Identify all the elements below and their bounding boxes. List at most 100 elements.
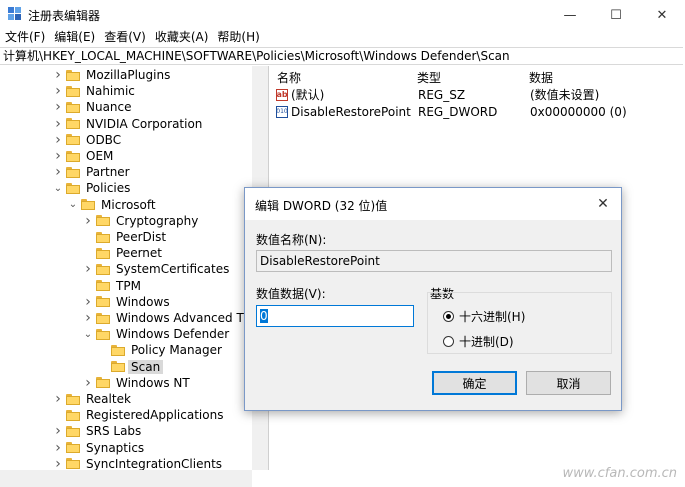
edit-dword-dialog: 编辑 DWORD (32 位)值 ✕ 数值名称(N): DisableResto… — [244, 187, 622, 411]
tree-node[interactable]: ›Windows Advanced Threat Protection — [82, 310, 268, 326]
tree-node[interactable]: › SRS Labs — [52, 423, 141, 439]
tree-node[interactable]: Peernet — [82, 245, 162, 261]
menu-favorites[interactable]: 收藏夹(A) — [150, 30, 213, 48]
chevron-down-icon[interactable]: ⌄ — [52, 180, 64, 196]
chevron-right-icon[interactable]: › — [52, 148, 64, 164]
folder-icon — [96, 280, 110, 292]
tree-node[interactable]: › Synaptics — [52, 440, 144, 456]
tree-node[interactable]: › Nahimic — [52, 83, 135, 99]
chevron-right-icon[interactable]: › — [52, 423, 64, 439]
chevron-right-icon[interactable]: › — [82, 375, 94, 391]
tree-node[interactable]: › Nuance — [52, 99, 131, 115]
tree-node[interactable]: › Cryptography — [82, 213, 198, 229]
tree-node-label: Peernet — [116, 246, 162, 261]
column-header-type[interactable]: 类型 — [417, 69, 441, 86]
chevron-right-icon[interactable]: › — [82, 294, 94, 310]
tree-node[interactable]: ⌄ Microsoft — [67, 197, 156, 213]
value-data-label: 数值数据(V): — [256, 287, 326, 301]
tree-node[interactable]: PeerDist — [82, 229, 166, 245]
folder-icon — [96, 215, 110, 227]
value-data: 0x00000000 (0) — [530, 104, 627, 119]
hex-radio[interactable]: 十六进制(H) — [443, 308, 525, 325]
tree-node[interactable]: Scan — [97, 359, 164, 375]
value-type: REG_DWORD — [418, 104, 498, 119]
tree-node[interactable]: › SyncIntegrationClients — [52, 456, 222, 470]
folder-icon — [66, 101, 80, 113]
decimal-radio-label: 十进制(D) — [459, 335, 514, 349]
chevron-right-icon[interactable]: › — [52, 116, 64, 132]
chevron-right-icon[interactable]: › — [82, 261, 94, 277]
menu-help[interactable]: 帮助(H) — [212, 30, 263, 48]
folder-icon — [66, 118, 80, 130]
chevron-down-icon[interactable]: ⌄ — [67, 197, 79, 213]
tree-horizontal-scrollbar[interactable] — [0, 470, 252, 487]
tree-node[interactable]: › Realtek — [52, 391, 131, 407]
menu-view[interactable]: 查看(V) — [99, 30, 150, 48]
tree-node[interactable]: ⌄ Policies — [52, 180, 131, 196]
close-button[interactable]: ✕ — [639, 0, 685, 30]
value-data: (数值未设置) — [530, 88, 600, 102]
address-bar[interactable]: 计算机\HKEY_LOCAL_MACHINE\SOFTWARE\Policies… — [0, 47, 683, 65]
value-data-input[interactable]: 0 — [256, 305, 414, 327]
folder-icon — [111, 344, 125, 356]
chevron-right-icon[interactable]: › — [52, 456, 64, 470]
no-expander — [82, 278, 94, 294]
chevron-right-icon[interactable]: › — [52, 67, 64, 83]
tree-node[interactable]: › SystemCertificates — [82, 261, 229, 277]
tree-node-label: Policy Manager — [131, 343, 222, 358]
radio-selected-icon — [443, 311, 454, 322]
tree-node[interactable]: TPM — [82, 278, 141, 294]
column-header-data[interactable]: 数据 — [529, 69, 553, 86]
tree-node[interactable]: › MozillaPlugins — [52, 67, 170, 83]
folder-icon — [111, 361, 125, 373]
value-name-field: DisableRestorePoint — [256, 250, 612, 272]
column-header-name[interactable]: 名称 — [277, 69, 301, 86]
chevron-down-icon[interactable]: ⌄ — [82, 326, 94, 342]
minimize-button[interactable]: — — [547, 0, 593, 30]
tree-node[interactable]: › Windows — [82, 294, 169, 310]
dialog-title-bar: 编辑 DWORD (32 位)值 ✕ — [245, 188, 621, 220]
folder-icon — [96, 247, 110, 259]
value-type: REG_SZ — [418, 87, 466, 102]
menu-file[interactable]: 文件(F) — [0, 30, 49, 48]
folder-icon — [66, 150, 80, 162]
chevron-right-icon[interactable]: › — [52, 132, 64, 148]
chevron-right-icon[interactable]: › — [52, 391, 64, 407]
tree-node[interactable]: › OEM — [52, 148, 113, 164]
tree-node-label: SyncIntegrationClients — [86, 456, 223, 470]
tree-node[interactable]: › Windows NT — [82, 375, 190, 391]
chevron-right-icon[interactable]: › — [52, 440, 64, 456]
decimal-radio[interactable]: 十进制(D) — [443, 333, 514, 350]
maximize-button[interactable]: ☐ — [593, 0, 639, 30]
key-tree: › MozillaPlugins › Nahimic › Nuance › NVIDIA Co… — [0, 66, 269, 470]
tree-node-label: Partner — [86, 165, 130, 180]
no-expander — [97, 342, 109, 358]
chevron-right-icon[interactable]: › — [52, 164, 64, 180]
no-expander — [82, 229, 94, 245]
chevron-right-icon[interactable]: › — [82, 213, 94, 229]
cancel-button[interactable]: 取消 — [526, 371, 611, 395]
menu-edit[interactable]: 编辑(E) — [49, 30, 99, 48]
folder-icon — [66, 69, 80, 81]
tree-node[interactable]: RegisteredApplications — [52, 407, 223, 423]
title-bar: 注册表编辑器 — ☐ ✕ — [0, 0, 685, 30]
chevron-right-icon[interactable]: › — [52, 99, 64, 115]
value-row[interactable]: 010 DisableRestorePoint REG_DWORD 0x0000… — [276, 103, 627, 120]
tree-node[interactable]: Policy Manager — [97, 342, 222, 358]
chevron-right-icon[interactable]: › — [82, 310, 94, 326]
folder-icon — [66, 442, 80, 454]
ok-button[interactable]: 确定 — [432, 371, 517, 395]
tree-node[interactable]: › Partner — [52, 164, 130, 180]
tree-node-label: SRS Labs — [86, 424, 142, 439]
dialog-close-button[interactable]: ✕ — [593, 194, 613, 214]
tree-node[interactable]: › ODBC — [52, 132, 121, 148]
folder-icon — [66, 85, 80, 97]
registry-editor-icon — [8, 7, 21, 20]
tree-node-label: PeerDist — [116, 230, 167, 244]
value-row[interactable]: ab (默认) REG_SZ (数值未设置) — [276, 86, 599, 103]
chevron-right-icon[interactable]: › — [52, 83, 64, 99]
tree-node[interactable]: ⌄ Windows Defender — [82, 326, 229, 342]
window-title: 注册表编辑器 — [28, 9, 101, 23]
tree-node[interactable]: › NVIDIA Corporation — [52, 116, 202, 132]
folder-icon — [96, 263, 110, 275]
